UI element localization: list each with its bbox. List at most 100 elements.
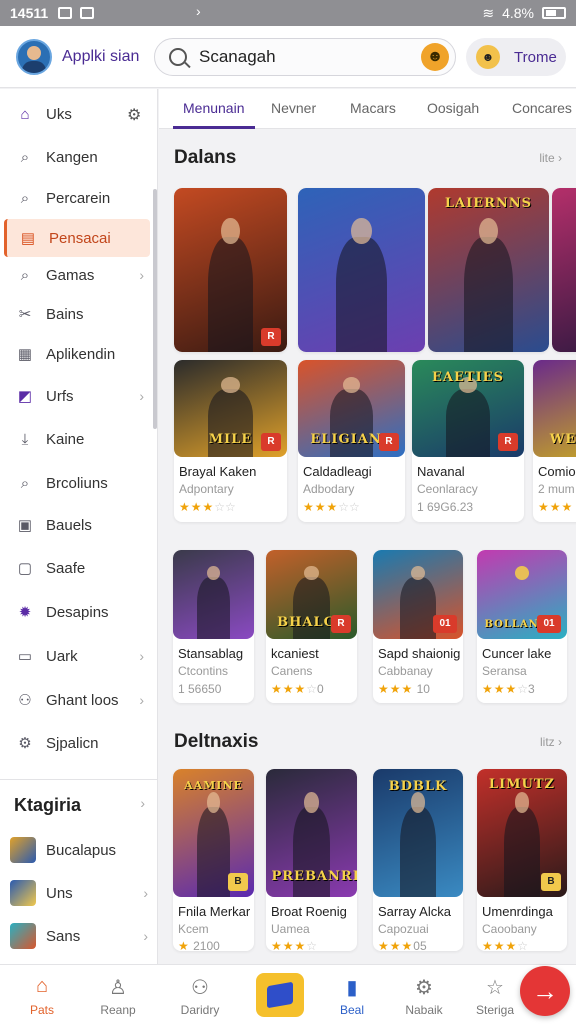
rating-badge: R (379, 433, 399, 451)
nav-item-pats[interactable]: ⌂ Pats (2, 965, 82, 1024)
sidebar-item-desapins[interactable]: ✹ Desapins (4, 593, 150, 631)
search-bar[interactable]: ☻ (154, 38, 456, 76)
featured-game-card[interactable] (552, 188, 576, 352)
game-artwork: AAMINE B (173, 769, 254, 897)
game-publisher: Caoobany (482, 922, 537, 936)
search-input[interactable] (199, 47, 399, 67)
game-card[interactable]: BOLLANIIR 01 Cuncer lake Seransa ★★★☆3 (477, 550, 567, 703)
sidebar-item-gamas[interactable]: ⌕ Gamas › (4, 256, 150, 294)
game-rating: 1 56650 (178, 682, 222, 696)
nav-label: Steriga (475, 1003, 515, 1017)
featured-game-card[interactable]: LAIERNNS (428, 188, 549, 352)
tab-concares[interactable]: Concares (512, 89, 572, 129)
chevron-right-icon[interactable]: › (140, 795, 145, 811)
game-logo: LAIERNNS (444, 196, 533, 211)
game-publisher: Seransa (482, 664, 527, 678)
rating-badge: R (331, 615, 351, 633)
image-icon: ◩ (17, 388, 33, 405)
game-title: kcaniest (271, 646, 319, 661)
game-rating: ★★★☆☆ (303, 500, 360, 514)
game-card[interactable]: MILE R Brayal Kaken Adpontary ★★★☆☆ (174, 360, 287, 522)
sidebar: ⚙ ⌂ Uks ⌕ Kangen ⌕ Percarein ▤ Pensacai … (0, 89, 158, 964)
nav-label: Reanp (100, 1003, 136, 1017)
search-icon: ⌕ (20, 266, 30, 284)
sidebar-item-kaine[interactable]: ⤓ Kaine (4, 420, 150, 458)
game-card[interactable]: LIMUTZ B Umenrdinga Caoobany ★★★☆ (477, 769, 567, 951)
game-card[interactable]: BDBLK Sarray Alcka Capozuai ★★★05 (373, 769, 463, 951)
game-artwork (173, 550, 254, 639)
tools-icon: ✂ (18, 306, 32, 323)
next-fab-button[interactable]: → (520, 966, 570, 1016)
calendar-icon: ▤ (20, 230, 36, 247)
user-chip[interactable]: ☻ Trome (466, 38, 566, 76)
see-all-link[interactable]: lite › (539, 151, 562, 165)
game-publisher: Adpontary (179, 482, 234, 496)
see-all-link[interactable]: litz › (540, 735, 562, 749)
game-card[interactable]: 01 Sapd shaionig Cabbanay ★★★ 10 (373, 550, 463, 703)
game-card[interactable]: Stansablag Ctcontins 1 56650 (173, 550, 254, 703)
game-rating: ★★★ (538, 500, 574, 514)
sidebar-item-label: Saafe (46, 559, 86, 577)
game-card[interactable]: PREBANRE Broat Roenig Uamea ★★★☆ (266, 769, 357, 951)
nav-item-beal[interactable]: ▮ Beal (312, 965, 392, 1024)
sidebar-scrollbar[interactable] (153, 189, 157, 429)
sidebar-item-bauels[interactable]: ▣ Bauels (4, 506, 150, 544)
search-icon: ⌕ (20, 189, 30, 207)
avatar[interactable] (16, 38, 52, 75)
app-icon (80, 7, 95, 19)
sidebar-item-urfs[interactable]: ◩ Urfs › (4, 377, 150, 415)
nav-item-daridry[interactable]: ⚇ Daridry (160, 965, 240, 1024)
tab-oosigah[interactable]: Oosigah (427, 89, 479, 129)
featured-game-card[interactable] (298, 188, 425, 352)
nav-item-reanp[interactable]: ♙ Reanp (78, 965, 158, 1024)
sidebar-item-bains[interactable]: ✂ Bains (4, 295, 150, 333)
chevron-right-icon: › (139, 648, 144, 664)
game-logo: PREBANRE (271, 869, 357, 885)
game-title: Sapd shaionig (378, 646, 461, 661)
sidebar-item-aplikendin[interactable]: ▦ Aplikendin (4, 335, 150, 373)
game-title: Sarray Alcka (378, 904, 451, 919)
sidebar-item-saafe[interactable]: ▢ Saafe (4, 549, 150, 587)
sidebar-item-ghant-loos[interactable]: ⚇ Ghant loos › (4, 681, 150, 719)
sidebar-item-brcoliuns[interactable]: ⌕ Brcoliuns (4, 464, 150, 502)
sidebar-item-label: Bains (46, 305, 84, 323)
sidebar-item-sjpalicn[interactable]: ⚙ Sjpalicn (4, 724, 150, 762)
emoji-icon[interactable]: ☻ (421, 43, 449, 71)
sidebar-item-uks[interactable]: ⌂ Uks (4, 95, 150, 133)
nav-item-nabaik[interactable]: ⚙ Nabaik (384, 965, 464, 1024)
game-artwork (552, 188, 576, 352)
tab-nevner[interactable]: Nevner (271, 89, 316, 129)
nav-label: Beal (339, 1003, 365, 1017)
sidebar-item-percarein[interactable]: ⌕ Percarein (4, 179, 150, 217)
game-card[interactable]: EAETIES R Navanal Ceonlaracy 1 69G6.23 (412, 360, 524, 522)
store-button[interactable] (256, 973, 304, 1017)
category-item-bucalapus[interactable]: Bucalapus (10, 833, 150, 867)
game-publisher: Canens (271, 664, 313, 678)
sidebar-item-label: Uks (46, 105, 72, 123)
tab-menunain[interactable]: Menunain (173, 89, 255, 129)
sidebar-item-kangen[interactable]: ⌕ Kangen (4, 138, 150, 176)
game-card[interactable]: BHALCE R kcaniest Canens ★★★☆0 (266, 550, 357, 703)
chevron-right-icon: › (139, 267, 144, 283)
game-rating: ★★★☆☆ (179, 500, 236, 514)
game-card[interactable]: ELIGIANE R Caldadleagi Adbodary ★★★☆☆ (298, 360, 405, 522)
featured-game-card[interactable]: R (174, 188, 287, 352)
chevron-right-icon: › (196, 3, 201, 19)
gear-icon: ⚙ (415, 977, 433, 999)
category-item-uns[interactable]: Uns › (10, 876, 150, 910)
category-item-sans[interactable]: Sans › (10, 919, 150, 953)
category-title: Ktagiria (14, 795, 82, 815)
game-card[interactable]: WE Comiol 2 mum ★★★ (533, 360, 576, 522)
game-card[interactable]: AAMINE B Fnila Merkar Kcem ★ 2100 (173, 769, 254, 951)
tab-macars[interactable]: Macars (350, 89, 396, 129)
game-publisher: 2 mum (538, 482, 575, 496)
game-logo: AAMINE (184, 779, 243, 792)
sidebar-item-pensacai[interactable]: ▤ Pensacai (4, 219, 150, 257)
status-bar: 14511 › ≋ 4.8% (0, 0, 576, 26)
chevron-right-icon: › (143, 928, 148, 944)
sidebar-item-uark[interactable]: ▭ Uark › (4, 637, 150, 675)
rating-badge: R (498, 433, 518, 451)
grid-icon: ▦ (17, 346, 33, 363)
game-artwork: EAETIES R (412, 360, 524, 457)
category-thumbnail (10, 923, 36, 949)
